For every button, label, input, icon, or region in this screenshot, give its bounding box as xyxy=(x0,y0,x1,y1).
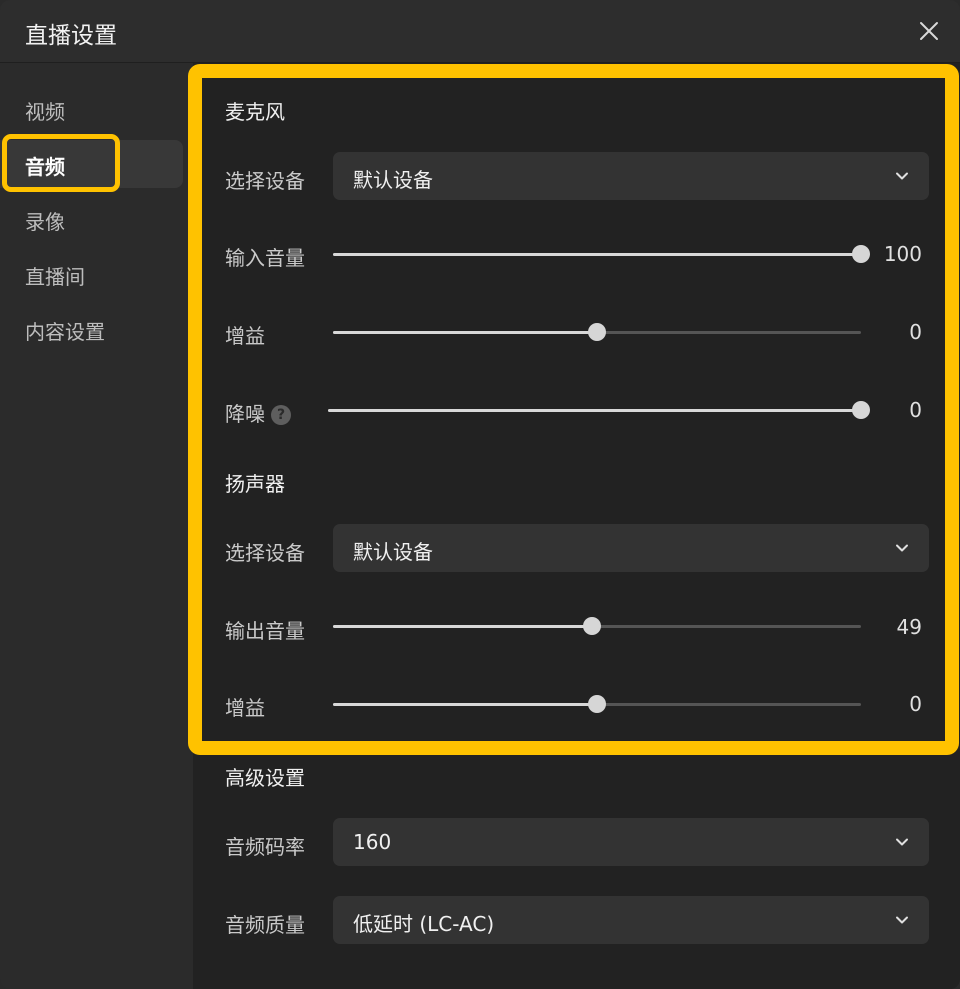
sidebar-item-label: 录像 xyxy=(25,210,65,234)
sidebar: 视频 音频 录像 直播间 内容设置 xyxy=(0,63,193,989)
output-volume-slider[interactable] xyxy=(333,616,861,636)
slider-thumb[interactable] xyxy=(582,617,601,635)
microphone-section-title: 麦克风 xyxy=(225,100,285,124)
speaker-device-value: 默认设备 xyxy=(353,540,433,564)
bitrate-value: 160 xyxy=(353,830,392,854)
bitrate-label: 音频码率 xyxy=(225,835,305,859)
speaker-gain-slider[interactable] xyxy=(333,694,861,714)
input-volume-slider[interactable] xyxy=(333,244,870,264)
slider-thumb[interactable] xyxy=(588,695,606,713)
slider-fill xyxy=(333,253,861,256)
advanced-section-title: 高级设置 xyxy=(225,766,305,790)
bitrate-select[interactable]: 160 xyxy=(333,818,929,866)
mic-gain-label: 增益 xyxy=(225,324,265,348)
quality-label: 音频质量 xyxy=(225,913,305,937)
sidebar-item-label: 音频 xyxy=(25,155,65,179)
sidebar-item-video[interactable]: 视频 xyxy=(0,85,183,133)
quality-value: 低延时 (LC-AC) xyxy=(353,912,495,936)
quality-select[interactable]: 低延时 (LC-AC) xyxy=(333,896,929,944)
mic-gain-slider[interactable] xyxy=(333,322,861,342)
chevron-down-icon xyxy=(896,838,908,846)
output-volume-value: 49 xyxy=(896,615,922,639)
mic-device-label: 选择设备 xyxy=(225,169,305,193)
close-icon xyxy=(920,22,938,40)
output-volume-label: 输出音量 xyxy=(225,619,305,643)
slider-fill xyxy=(333,331,597,334)
slider-thumb[interactable] xyxy=(588,323,606,341)
speaker-gain-value: 0 xyxy=(909,692,922,716)
slider-fill xyxy=(328,409,861,412)
chevron-down-icon xyxy=(896,544,908,552)
sidebar-item-recording[interactable]: 录像 xyxy=(0,195,183,243)
slider-fill xyxy=(333,703,597,706)
noise-reduction-slider[interactable] xyxy=(328,400,870,420)
sidebar-item-content-settings[interactable]: 内容设置 xyxy=(0,305,183,353)
close-button[interactable] xyxy=(912,14,946,48)
noise-reduction-value: 0 xyxy=(909,398,922,422)
mic-device-select[interactable]: 默认设备 xyxy=(333,152,929,200)
speaker-device-label: 选择设备 xyxy=(225,541,305,565)
noise-reduction-text: 降噪 xyxy=(225,402,265,426)
sidebar-item-label: 内容设置 xyxy=(25,320,105,344)
settings-window: 直播设置 视频 音频 录像 直播间 内容设置 麦克风 选择设备 默认设备 输入音… xyxy=(0,0,960,989)
chevron-down-icon xyxy=(896,172,908,180)
slider-fill xyxy=(333,625,592,628)
speaker-device-select[interactable]: 默认设备 xyxy=(333,524,929,572)
sidebar-item-label: 视频 xyxy=(25,100,65,124)
mic-gain-value: 0 xyxy=(909,320,922,344)
mic-device-value: 默认设备 xyxy=(353,168,433,192)
titlebar: 直播设置 xyxy=(0,0,960,63)
speaker-gain-label: 增益 xyxy=(225,696,265,720)
sidebar-item-live-room[interactable]: 直播间 xyxy=(0,250,183,298)
chevron-down-icon xyxy=(896,916,908,924)
window-title: 直播设置 xyxy=(25,23,117,49)
noise-reduction-label: 降噪? xyxy=(225,398,291,427)
input-volume-value: 100 xyxy=(883,242,922,266)
help-icon[interactable]: ? xyxy=(271,405,291,425)
speaker-section-title: 扬声器 xyxy=(225,472,285,496)
sidebar-item-label: 直播间 xyxy=(25,265,85,289)
sidebar-item-audio[interactable]: 音频 xyxy=(0,140,183,188)
input-volume-label: 输入音量 xyxy=(225,246,305,270)
